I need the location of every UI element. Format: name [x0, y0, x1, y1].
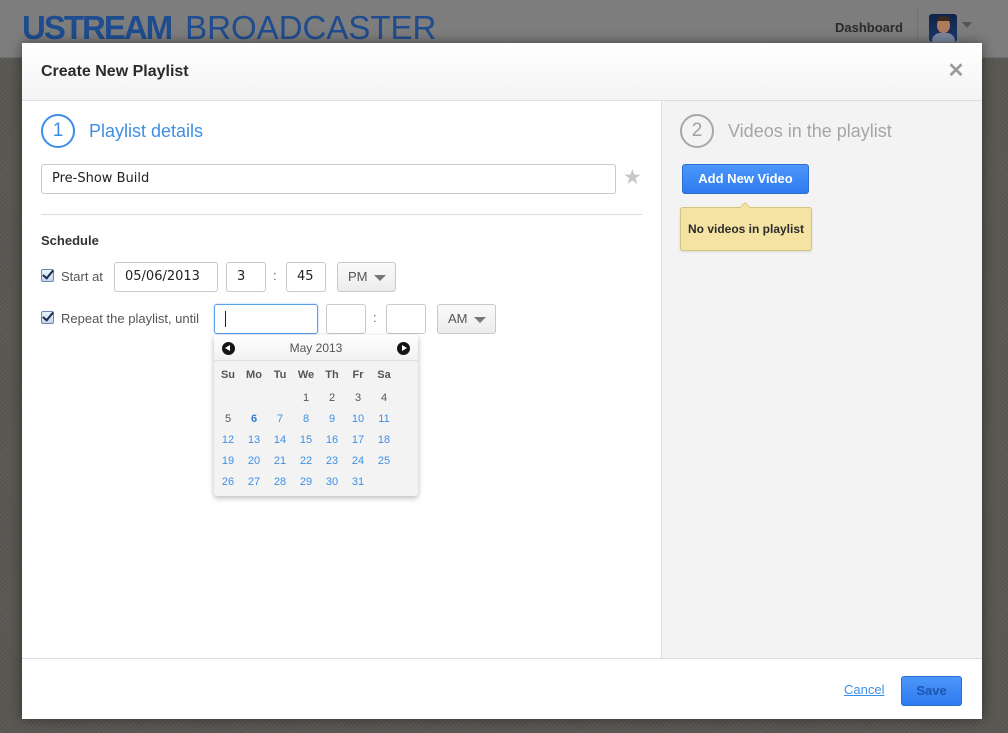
- repeat-ampm-value: AM: [448, 311, 468, 326]
- day-cell-today[interactable]: 6: [241, 409, 267, 430]
- weekday-header: We: [297, 369, 315, 381]
- weekday-header: Th: [325, 369, 339, 381]
- day-cell[interactable]: 18: [371, 430, 397, 451]
- start-minute-input[interactable]: 45: [286, 262, 326, 292]
- playlist-name-input[interactable]: Pre-Show Build: [41, 164, 616, 194]
- dashboard-link[interactable]: Dashboard: [835, 20, 903, 35]
- day-cell[interactable]: 21: [267, 451, 293, 472]
- weekday-header: Mo: [246, 369, 262, 381]
- datepicker-header: May 2013: [214, 335, 418, 361]
- chevron-right-circle-icon[interactable]: [397, 342, 410, 355]
- day-cell[interactable]: 29: [293, 472, 319, 493]
- day-cell: 4: [380, 392, 388, 404]
- repeat-label: Repeat the playlist, until: [61, 311, 200, 326]
- step1-title: Playlist details: [89, 121, 204, 141]
- start-hour-input[interactable]: 3: [226, 262, 266, 292]
- day-cell: 1: [302, 392, 310, 404]
- day-cell[interactable]: 30: [319, 472, 345, 493]
- avatar-hair: [937, 16, 950, 21]
- empty-day-cell: [241, 388, 267, 409]
- weekday-header: Su: [220, 369, 236, 381]
- repeat-minute-input[interactable]: [386, 304, 426, 334]
- day-cell[interactable]: 12: [215, 430, 241, 451]
- empty-day-cell: [215, 388, 241, 409]
- day-cell[interactable]: 19: [215, 451, 241, 472]
- day-cell[interactable]: 27: [241, 472, 267, 493]
- day-cell[interactable]: 9: [319, 409, 345, 430]
- day-cell: 5: [224, 413, 232, 425]
- weekday-header: Fr: [352, 369, 364, 381]
- day-cell[interactable]: 14: [267, 430, 293, 451]
- weekday-header: Tu: [273, 369, 287, 381]
- user-avatar[interactable]: [929, 14, 957, 42]
- empty-playlist-tooltip: No videos in playlist: [680, 202, 812, 251]
- start-ampm-select[interactable]: PM: [337, 262, 396, 292]
- day-cell[interactable]: 11: [371, 409, 397, 430]
- datepicker: May 2013 Su Mo Tu We Th Fr Sa 1 2 3 4 5 6 7 8 9 10 11 12 13…: [214, 335, 418, 496]
- day-cell[interactable]: 20: [241, 451, 267, 472]
- start-date-input[interactable]: 05/06/2013: [114, 262, 218, 292]
- ustream-logo[interactable]: USTREAM BROADCASTER: [22, 10, 436, 46]
- day-cell[interactable]: 28: [267, 472, 293, 493]
- time-separator: :: [273, 268, 277, 283]
- save-button[interactable]: Save: [901, 676, 962, 706]
- day-cell[interactable]: 16: [319, 430, 345, 451]
- weekday-header: Sa: [377, 369, 391, 381]
- day-cell[interactable]: 10: [345, 409, 371, 430]
- caret-down-icon: [374, 275, 386, 281]
- repeat-ampm-select[interactable]: AM: [437, 304, 496, 334]
- day-cell[interactable]: 8: [293, 409, 319, 430]
- step2-title: Videos in the playlist: [728, 121, 892, 141]
- modal-header: Create New Playlist ✕: [22, 43, 982, 101]
- create-playlist-modal: Create New Playlist ✕ 1 Playlist details…: [22, 43, 982, 719]
- start-at-checkbox[interactable]: [41, 269, 54, 282]
- section-divider: [41, 214, 642, 215]
- day-cell[interactable]: 22: [293, 451, 319, 472]
- day-cell[interactable]: 24: [345, 451, 371, 472]
- caret-down-icon: [474, 317, 486, 323]
- day-cell[interactable]: 15: [293, 430, 319, 451]
- modal-footer: Cancel Save: [22, 658, 982, 719]
- schedule-label: Schedule: [41, 233, 99, 248]
- day-cell[interactable]: 25: [371, 451, 397, 472]
- avatar-shirt: [932, 33, 955, 42]
- add-new-video-button[interactable]: Add New Video: [682, 164, 809, 194]
- chevron-down-icon[interactable]: [962, 22, 972, 28]
- repeat-checkbox[interactable]: [41, 311, 54, 324]
- datepicker-month-label: May 2013: [289, 341, 343, 355]
- step-number-1: 1: [41, 114, 75, 148]
- day-cell[interactable]: 13: [241, 430, 267, 451]
- logo-primary: USTREAM: [22, 9, 173, 46]
- day-cell[interactable]: 31: [345, 472, 371, 493]
- day-cell[interactable]: 17: [345, 430, 371, 451]
- close-icon[interactable]: ✕: [946, 61, 966, 81]
- time-separator: :: [373, 310, 377, 325]
- videos-pane: 2 Videos in the playlist Add New Video N…: [661, 101, 982, 658]
- day-cell: 3: [354, 392, 362, 404]
- day-cell: 2: [328, 392, 336, 404]
- step-number-2: 2: [680, 114, 714, 148]
- day-cell[interactable]: 26: [215, 472, 241, 493]
- text-cursor: [225, 311, 226, 327]
- cancel-link[interactable]: Cancel: [844, 682, 884, 697]
- day-cell[interactable]: 23: [319, 451, 345, 472]
- repeat-until-date-input[interactable]: [214, 304, 318, 334]
- empty-day-cell: [267, 388, 293, 409]
- start-ampm-value: PM: [348, 269, 368, 284]
- repeat-hour-input[interactable]: [326, 304, 366, 334]
- modal-title: Create New Playlist: [41, 63, 189, 80]
- star-icon[interactable]: ★: [623, 166, 642, 190]
- datepicker-grid: Su Mo Tu We Th Fr Sa 1 2 3 4 5 6 7 8 9 10 11 12 13 14 15 16 17 1…: [215, 367, 397, 493]
- logo-secondary: BROADCASTER: [185, 9, 437, 46]
- start-at-label: Start at: [61, 269, 103, 284]
- day-cell[interactable]: 7: [267, 409, 293, 430]
- playlist-details-pane: 1 Playlist details Pre-Show Build ★ Sche…: [22, 101, 661, 658]
